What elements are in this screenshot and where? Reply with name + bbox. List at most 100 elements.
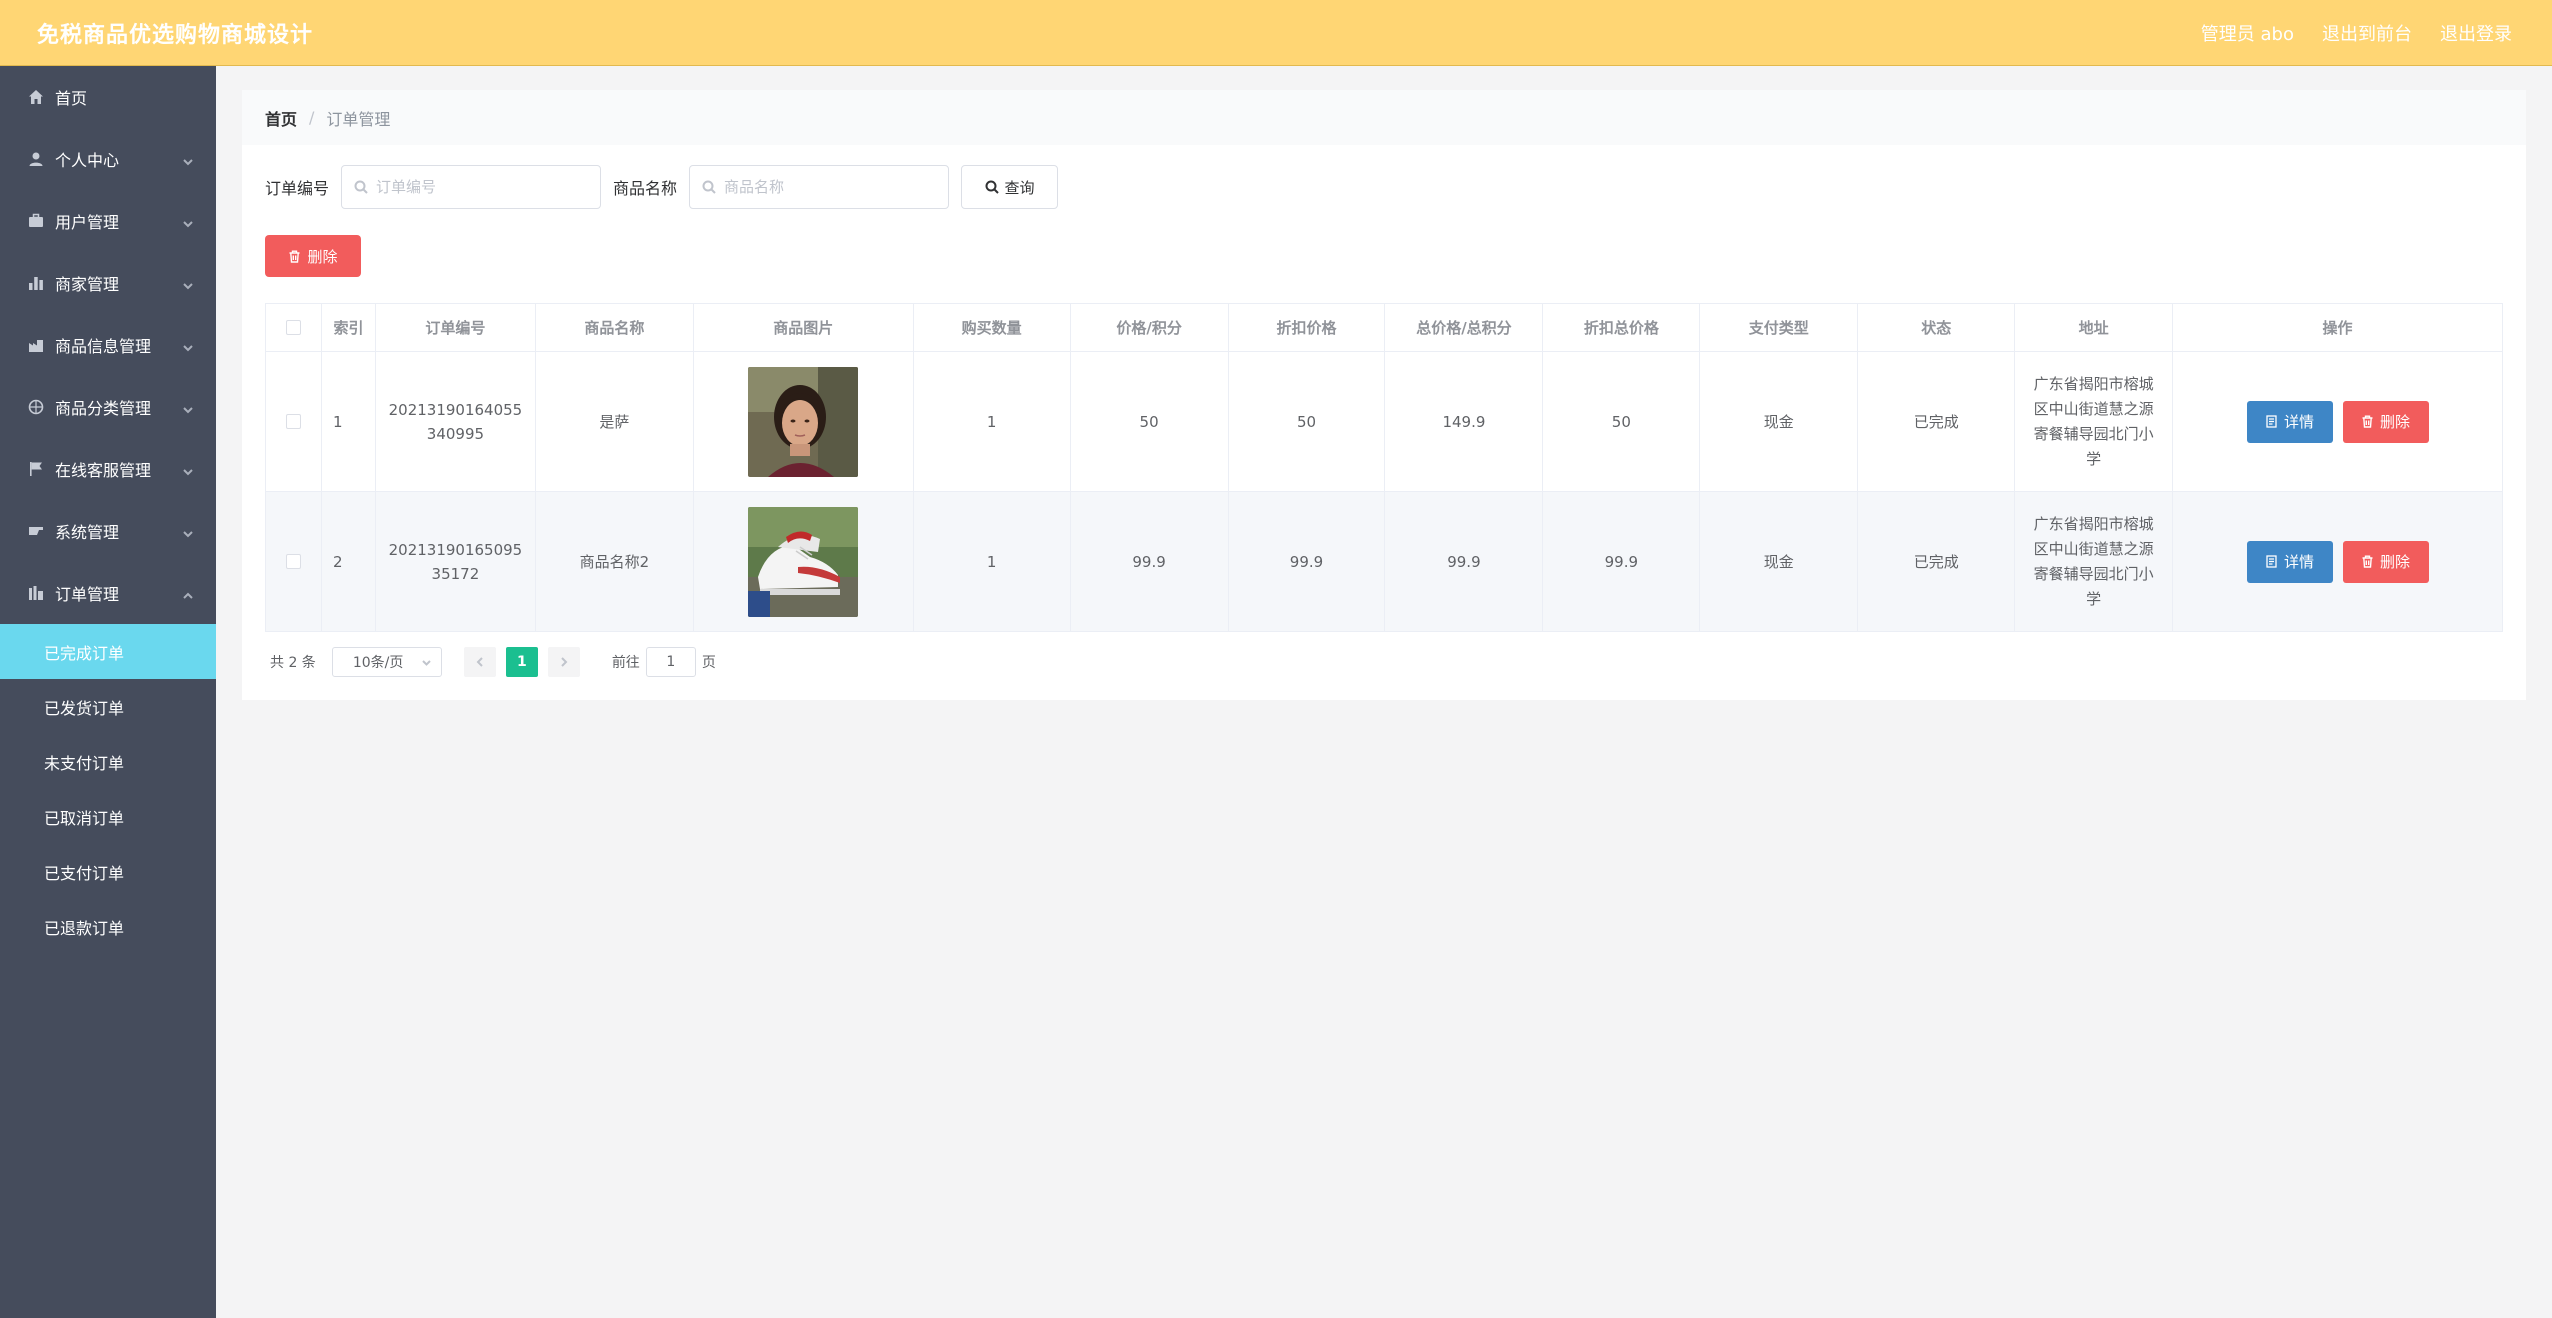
product-image-sneaker[interactable] [748,506,859,617]
order-no-input[interactable] [376,178,577,196]
briefcase-icon [27,212,45,230]
detail-button[interactable]: 详情 [2246,540,2333,583]
flag-icon [27,460,45,478]
product-name-label: 商品名称 [613,179,678,198]
cell-order-no: 2021319016509535172 [375,492,536,632]
submenu-paid-orders[interactable]: 已支付订单 [0,844,216,899]
home-icon [27,88,45,106]
goto-page-input[interactable] [645,647,696,677]
batch-delete-label: 删除 [307,247,338,266]
sidebar-item-label: 首页 [55,89,88,108]
address-text: 广东省揭阳市榕城区中山街道慧之源寄餐辅导园北门小学 [2033,514,2154,608]
admin-user-label: 管理员 abo [2200,23,2294,45]
header-links: 管理员 abo 退出到前台 退出登录 [2201,20,2512,46]
sidebar-item-system-management[interactable]: 系统管理 [0,500,216,562]
row-checkbox[interactable] [285,554,301,569]
order-no-text: 2021319016509535172 [388,540,523,583]
column-header: 商品图片 [693,304,914,352]
back-to-front-link[interactable]: 退出到前台 [2322,20,2412,46]
top-header: 免税商品优选购物商城设计 管理员 abo 退出到前台 退出登录 [0,0,2552,66]
cell-address: 广东省揭阳市榕城区中山街道慧之源寄餐辅导园北门小学 [2015,492,2174,632]
sidebar-item-label: 商家管理 [55,275,120,294]
product-name-input[interactable] [724,178,925,196]
search-icon [702,180,716,194]
submenu-unpaid-orders[interactable]: 未支付订单 [0,734,216,789]
address-text: 广东省揭阳市榕城区中山街道慧之源寄餐辅导园北门小学 [2033,374,2154,468]
column-header: 地址 [2015,304,2174,352]
sidebar-item-user-management[interactable]: 用户管理 [0,190,216,252]
trash-icon [289,250,300,263]
cell-pay-type: 现金 [1700,352,1859,492]
detail-button-label: 详情 [2283,413,2314,431]
cell-pay-type: 现金 [1700,492,1859,632]
column-header: 商品名称 [535,304,694,352]
row-select-cell [266,352,322,492]
page-size-select[interactable]: 10条/页 [331,647,442,677]
row-checkbox[interactable] [285,414,301,429]
order-no-field[interactable] [341,165,602,209]
column-header: 操作 [2173,304,2503,352]
sidebar-item-label: 商品分类管理 [55,399,152,418]
column-header: 购买数量 [913,304,1071,352]
row-delete-button[interactable]: 删除 [2342,540,2429,583]
sidebar-item-online-service[interactable]: 在线客服管理 [0,438,216,500]
column-header: 支付类型 [1700,304,1859,352]
order-no-label: 订单编号 [265,179,330,198]
detail-button-label: 详情 [2283,553,2314,571]
sidebar-item-label: 个人中心 [55,151,120,170]
breadcrumb: 首页 / 订单管理 [242,90,390,145]
submenu-cancelled-orders[interactable]: 已取消订单 [0,789,216,844]
breadcrumb-bar: 首页 / 订单管理 [242,90,2526,145]
next-page-button[interactable] [547,647,580,677]
sidebar-item-label: 系统管理 [55,523,120,542]
select-all-checkbox[interactable] [285,320,301,335]
cell-address: 广东省揭阳市榕城区中山街道慧之源寄餐辅导园北门小学 [2015,352,2174,492]
header-select-all [266,304,322,352]
submenu-completed-orders[interactable]: 已完成订单 [0,624,216,679]
document-icon [2266,415,2277,428]
batch-delete-button[interactable]: 删除 [265,235,361,277]
cell-product-image [693,352,914,492]
prev-page-button[interactable] [463,647,496,677]
compass-icon [27,398,45,416]
cell-quantity: 1 [913,492,1071,632]
cell-price: 50 [1070,352,1229,492]
row-delete-button[interactable]: 删除 [2342,400,2429,443]
sidebar-item-product-info[interactable]: 商品信息管理 [0,314,216,376]
cell-discount-price: 99.9 [1228,492,1386,632]
pagination-total: 共 2 条 [270,655,316,671]
submenu-shipped-orders[interactable]: 已发货订单 [0,679,216,734]
cell-product-name: 是萨 [535,352,694,492]
cell-order-no: 20213190164055340995 [375,352,536,492]
product-image-portrait[interactable] [748,366,859,477]
chevron-down-icon [422,659,431,666]
main-content: 首页 / 订单管理 订单编号 商品名称 查询 删除 [216,66,2552,1318]
logout-link[interactable]: 退出登录 [2440,20,2512,46]
sidebar-item-merchant-management[interactable]: 商家管理 [0,252,216,314]
chevron-right-icon [561,657,568,667]
page-number-current[interactable]: 1 [505,647,538,677]
goto-suffix: 页 [701,655,716,671]
row-select-cell [266,492,322,632]
sidebar: 首页 个人中心 用户管理 商家管理 商品信息管理 商品分类管理 在线客服管理 系… [0,66,216,1318]
search-icon [985,180,999,194]
sidebar-item-label: 订单管理 [55,585,120,604]
cell-price: 99.9 [1070,492,1229,632]
orders-icon [27,584,45,602]
cell-product-name: 商品名称2 [535,492,694,632]
chevron-down-icon [182,277,194,290]
cell-index: 1 [321,352,376,492]
row-delete-label: 删除 [2379,413,2410,431]
pagination: 共 2 条 10条/页 1 前往 页 [270,647,716,677]
product-name-field[interactable] [689,165,950,209]
cell-actions: 详情 删除 [2173,492,2503,632]
sidebar-item-order-management[interactable]: 订单管理 [0,562,216,624]
breadcrumb-home[interactable]: 首页 [265,106,297,130]
submenu-refunded-orders[interactable]: 已退款订单 [0,899,216,954]
sidebar-item-personal-center[interactable]: 个人中心 [0,128,216,190]
sidebar-item-product-category[interactable]: 商品分类管理 [0,376,216,438]
query-button[interactable]: 查询 [961,165,1059,209]
sidebar-item-home[interactable]: 首页 [0,66,216,128]
detail-button[interactable]: 详情 [2246,400,2333,443]
query-button-label: 查询 [1004,178,1035,197]
